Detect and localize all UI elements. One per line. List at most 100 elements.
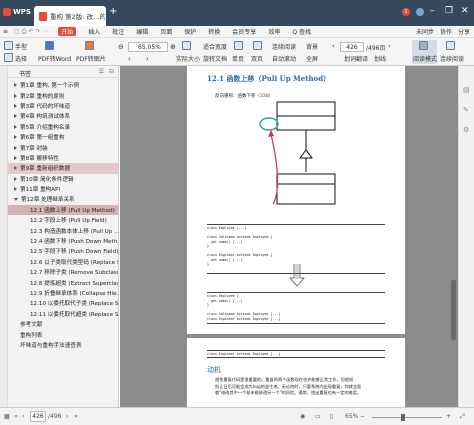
single-page-icon[interactable]	[234, 41, 243, 50]
zoom-in-icon[interactable]: ⊕	[170, 43, 176, 51]
bookmark-section[interactable]: 12.10 以委托取代子类 (Replace S…	[8, 298, 118, 308]
expand-arrow-icon[interactable]	[14, 135, 17, 140]
status-fullscreen-icon[interactable]: ⤢	[460, 413, 465, 421]
fit-page-icon[interactable]: ▭	[315, 413, 321, 420]
read-view-icon[interactable]: ▯	[330, 413, 333, 420]
expand-arrow-icon[interactable]	[14, 155, 17, 160]
sidebar-options-icon[interactable]: ☰	[99, 68, 104, 75]
bookmark-chapter[interactable]: 第8章 搬移特性	[8, 153, 118, 163]
actual-size-button[interactable]: 实际大小	[176, 54, 200, 63]
status-first-page-icon[interactable]: «	[14, 413, 18, 420]
bookmark-section[interactable]: 12.11 以委托取代超类 (Replace S…	[8, 309, 118, 319]
panel-icon-3[interactable]: ⚙	[463, 126, 469, 134]
bookmark-chapter[interactable]: 第7章 封装	[8, 142, 118, 152]
sidebar-toggle-icon[interactable]: ▦	[4, 413, 10, 420]
app-menu-button[interactable]: WPS	[3, 8, 31, 16]
expand-arrow-icon[interactable]	[14, 83, 17, 88]
expand-arrow-icon[interactable]	[14, 124, 17, 129]
hand-tool-icon[interactable]	[4, 41, 13, 50]
share-button[interactable]: 分享	[458, 27, 470, 36]
close-icon[interactable]: ✕	[461, 6, 469, 16]
double-page-button[interactable]: 双页	[251, 54, 263, 63]
zoom-slider-handle[interactable]	[401, 414, 405, 421]
panel-icon-2[interactable]: ✎	[463, 106, 469, 114]
continuous-read-icon[interactable]	[446, 41, 455, 50]
bookmark-section[interactable]: 12.4 函数下移 (Push Down Meth…	[8, 236, 118, 246]
pdf-to-image-icon[interactable]	[85, 41, 94, 50]
bookmark-section[interactable]: 12.9 折叠继承体系 (Collapse Hie…	[8, 288, 118, 298]
status-prev-page-icon[interactable]: ‹	[22, 413, 24, 420]
menu-annotate[interactable]: 批注	[112, 27, 124, 36]
menu-search[interactable]: Q 查找	[292, 27, 311, 36]
expand-arrow-icon[interactable]	[14, 103, 17, 108]
bookmark-chapter[interactable]: 第6章 第一组重构	[8, 132, 118, 142]
status-next-page-icon[interactable]: ›	[66, 413, 68, 420]
new-tab-button[interactable]: +	[109, 6, 117, 17]
auto-scroll-button[interactable]: 自动滚动	[272, 54, 296, 63]
double-page-icon[interactable]	[253, 41, 262, 50]
status-zoom-in-icon[interactable]: +	[446, 413, 451, 420]
bookmark-chapter[interactable]: 第10章 简化条件逻辑	[8, 174, 118, 184]
background-button[interactable]: 背景	[306, 42, 318, 51]
avatar[interactable]	[416, 8, 424, 16]
unsynced-button[interactable]: 未同步	[416, 27, 434, 36]
highlight-button[interactable]: 划线	[374, 54, 386, 63]
hand-tool-button[interactable]: 手型	[15, 42, 27, 51]
sidebar-close-icon[interactable]: ⊟	[109, 68, 114, 75]
bookmark-section[interactable]: 12.8 提炼超类 (Extract Superclas…	[8, 277, 118, 287]
bookmark-chapter[interactable]: 坏味道与重构手法速查表	[8, 340, 118, 350]
actual-size-icon[interactable]	[182, 41, 191, 50]
menu-vip[interactable]: 会员专享	[232, 27, 256, 36]
zoom-input[interactable]: 65.05%	[128, 42, 168, 52]
bookmark-section[interactable]: 12.6 以子类取代类型码 (Replace S…	[8, 257, 118, 267]
bookmark-chapter[interactable]: 第5章 介绍重构名录	[8, 122, 118, 132]
continuous-read-label[interactable]: 连续阅读	[440, 54, 464, 63]
pdf-to-word-icon[interactable]	[45, 41, 54, 50]
expand-arrow-icon[interactable]	[14, 166, 17, 171]
collab-button[interactable]: 协作	[440, 27, 452, 36]
next-page-icon[interactable]: ›	[146, 55, 149, 63]
bookmark-chapter[interactable]: 第1章 重构, 第一个示例	[8, 80, 118, 90]
status-last-page-icon[interactable]: »	[74, 413, 78, 420]
vertical-scrollbar-thumb[interactable]	[451, 280, 456, 340]
translate-button[interactable]: 划词翻译	[344, 54, 368, 63]
single-page-button[interactable]: 单页	[232, 54, 244, 63]
pdf-to-word-button[interactable]: PDF转Word	[38, 54, 71, 63]
menu-page[interactable]: 页面	[160, 27, 172, 36]
bookmark-section[interactable]: 12.5 字段下移 (Push Down Field)	[8, 246, 118, 256]
expand-arrow-icon[interactable]	[14, 176, 17, 181]
bookmark-section[interactable]: 12.3 构造函数本体上移 (Pull Up …	[8, 225, 118, 235]
menu-convert[interactable]: 转换	[208, 27, 220, 36]
hamburger-icon[interactable]: ≡	[3, 28, 8, 35]
prev-page-icon[interactable]: ‹	[128, 55, 131, 63]
bookmark-chapter[interactable]: 第11章 重构API	[8, 184, 118, 194]
menu-efficiency[interactable]: 效率	[268, 27, 280, 36]
document-tab[interactable]: 重构 第2版: 改…的设计_.pdf	[34, 6, 106, 26]
bookmark-section[interactable]: 12.7 移除子类 (Remove Subclass…	[8, 267, 118, 277]
minimize-icon[interactable]: –	[430, 6, 435, 16]
notification-badge[interactable]: 1	[402, 8, 410, 16]
bookmark-chapter[interactable]: 第9章 重新组织数据	[8, 163, 118, 174]
document-viewer[interactable]: 12.1 函数上移（Pull Up Method） 反向重构：函数下移（330）…	[120, 66, 458, 407]
zoom-out-icon[interactable]: ⊖	[118, 43, 124, 51]
status-page-input[interactable]: 426	[30, 411, 46, 422]
bookmark-chapter[interactable]: 第12章 处理继承关系	[8, 194, 118, 204]
select-tool-icon[interactable]	[4, 53, 13, 62]
bookmark-chapter[interactable]: 第4章 构筑测试体系	[8, 111, 118, 121]
pdf-to-image-button[interactable]: PDF转图片	[76, 54, 106, 63]
page-number-input[interactable]: 426	[340, 42, 364, 52]
panel-icon-1[interactable]: ▤	[463, 86, 470, 94]
menu-edit[interactable]: 编辑	[136, 27, 148, 36]
bookmark-chapter[interactable]: 第3章 代码的坏味道	[8, 101, 118, 111]
bookmark-chapter[interactable]: 参考文献	[8, 319, 118, 329]
fit-width-button[interactable]: 适合宽度	[203, 42, 227, 51]
menu-protect[interactable]: 保护	[184, 27, 196, 36]
last-page-icon[interactable]: ›	[388, 42, 391, 50]
continuous-button[interactable]: 连续阅读	[272, 42, 296, 51]
zoom-slider[interactable]	[372, 417, 442, 418]
menu-start[interactable]: 开始	[58, 27, 77, 36]
quick-access-icons[interactable]: ▢ ⎙ ↶ ↷ ⋯	[14, 28, 48, 36]
bookmark-section[interactable]: 12.1 函数上移 (Pull Up Method)	[8, 204, 118, 216]
select-tool-button[interactable]: 选择	[15, 54, 27, 63]
expand-arrow-icon[interactable]	[14, 114, 17, 119]
